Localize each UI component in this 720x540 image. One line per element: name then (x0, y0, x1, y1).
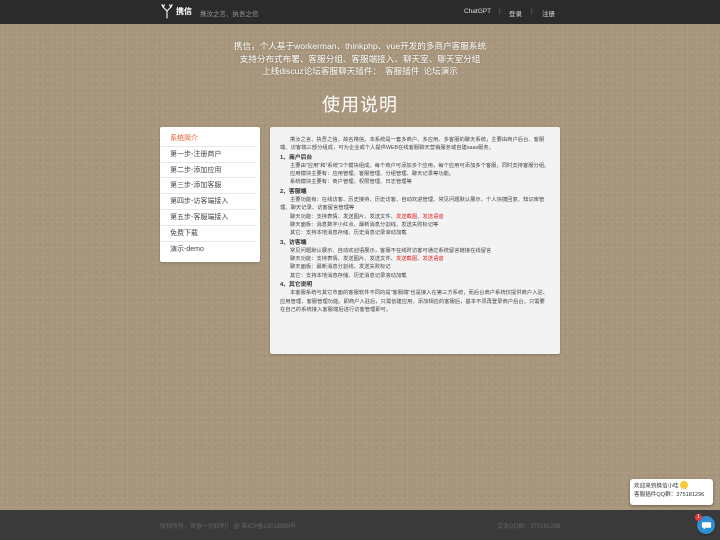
menu-item-intro[interactable]: 系统简介 (160, 131, 256, 147)
voice-feature: 发送语音 (422, 213, 444, 220)
section-text: 聊天面板：最新消息分割线、发送失败标记 (290, 264, 391, 271)
intro-line-1: 携信，个人基于workerman、thinkphp、vue开发的多商户客服系统 (233, 41, 487, 51)
section-title: 2、客服端 (280, 188, 307, 195)
intro-line-2: 支持分布式布署、客服分组、客服端接入、聊天室、聊天室分组 (239, 53, 481, 64)
nav-separator: | (531, 8, 533, 15)
brand-name: 携信 (176, 7, 192, 16)
sidebar-menu: 系统简介 第一步-注册商户 第二步-添加应用 第三步-添加客服 第四步-访客端接… (160, 127, 260, 262)
menu-item-step4[interactable]: 第四步-访客端接入 (160, 194, 256, 210)
menu-item-step1[interactable]: 第一步-注册商户 (160, 147, 256, 163)
brand-logo[interactable]: 携信 (161, 4, 192, 19)
section-text: 聊天功能：支持表情、发送图片、发送文件、发送截图、发送语音 (280, 255, 550, 263)
screenshot-feature: 发送截图 (395, 213, 418, 220)
section-title: 4、其它说明 (280, 282, 313, 289)
section-text: 其它：支持本地消息存储、历史消息记录滚动加载 (290, 230, 407, 237)
content-panel: 携汝之言、执吾之信，故名携信。本系统是一套多商户、多应用、多客服的聊天系统，主要… (270, 127, 560, 354)
top-navbar: 携信 携汝之言、执吾之信 ChatGPT | 登录 | 注册 (0, 0, 720, 24)
nav-register-link[interactable]: 注册 (542, 8, 555, 18)
intro-line-3-text: 上线discuz论坛客服聊天插件： (262, 66, 382, 76)
footer-copyright: 版权所有，保留一切权利！ @ 冀ICP备13018889号 (160, 524, 297, 530)
chat-greeting-line: 欢迎来到携信小哇 (634, 481, 709, 491)
screenshot-feature: 发送截图 (395, 256, 418, 263)
section-text: 应用模块主要有：应用管理、客服管理、分组管理、聊天记录等功能。 (290, 171, 455, 178)
menu-item-step3[interactable]: 第三步-添加客服 (160, 178, 256, 195)
nav-chatgpt-link[interactable]: ChatGPT (464, 8, 491, 15)
footer: 版权所有，保留一切权利！ @ 冀ICP备13018889号 交流QQ群：3751… (0, 510, 720, 540)
section-title: 3、访客端 (280, 239, 307, 246)
chat-features-text: 聊天功能：支持表情、发送图片、发送文件、 (290, 256, 396, 263)
menu-item-demo[interactable]: 演示-demo (160, 242, 256, 258)
chat-bubble-icon (701, 521, 711, 530)
section-text: 本客服系统与其它市面的客服软件不同的是"客服端"也是接入在第三方系统，而后台商户… (280, 290, 549, 313)
section-text: 系统模块主要有：商户管理、权限管理、日志管理等 (290, 179, 412, 186)
section-text: 聊天面板：消息数字小红点、最新消息分割线、发送失败标记等 (290, 221, 439, 228)
unread-count-badge: 1 (695, 514, 702, 521)
section-text: 主要功能有：在线访客、历史接待、历史访客、自动欢迎管理、常见问题默认展示、个人快… (280, 197, 545, 212)
chat-welcome-tooltip[interactable]: 欢迎来到携信小哇 客服插件QQ群：375181296 (630, 479, 713, 505)
plugin-link[interactable]: 客服插件 (385, 66, 419, 76)
section-text: 主要由"应用"和"系统"2个模块组成。每个商户可添加多个应用，每个应用可添加多个… (290, 162, 550, 169)
chat-features-text: 聊天功能：支持表情、发送图片、发送文件、 (290, 213, 396, 220)
intro-line-3: 上线discuz论坛客服聊天插件： 客服插件 论坛演示 (0, 65, 720, 78)
footer-qq-group: 交流QQ群：375181296 (497, 524, 561, 530)
smile-emoji-icon (680, 481, 689, 489)
menu-item-download[interactable]: 免费下载 (160, 226, 256, 242)
menu-item-step2[interactable]: 第二步-添加应用 (160, 163, 256, 179)
header-slogan: 携汝之言、执吾之信 (200, 11, 259, 18)
antler-logo-icon (161, 4, 173, 19)
nav-separator: | (499, 8, 501, 15)
intro-paragraph: 携汝之言、执吾之信，故名携信。本系统是一套多商户、多应用、多客服的聊天系统，主要… (280, 137, 545, 152)
intro-section: 携信，个人基于workerman、thinkphp、vue开发的多商户客服系统 … (0, 40, 720, 78)
menu-item-step5[interactable]: 第五步-客服端接入 (160, 210, 256, 226)
nav-login-link[interactable]: 登录 (509, 8, 522, 18)
section-text: 其它：支持本地消息存储、历史消息记录滚动加载 (290, 272, 407, 279)
voice-feature: 发送语音 (422, 256, 444, 263)
section-title: 1、商户后台 (280, 154, 313, 161)
chat-qq-line: 客服插件QQ群：375181296 (634, 492, 705, 499)
page-title: 使用说明 (322, 95, 398, 115)
chat-greeting: 欢迎来到携信小哇 (634, 483, 679, 490)
section-text: 常见问题默认展示、自动欢迎语展示，客服不在线时访客可通过系统留言链接在线留言 (290, 247, 492, 254)
forum-demo-link[interactable]: 论坛演示 (423, 66, 457, 76)
section-text: 聊天功能：支持表情、发送图片、发送文件、发送截图、发送语音 (280, 213, 550, 221)
